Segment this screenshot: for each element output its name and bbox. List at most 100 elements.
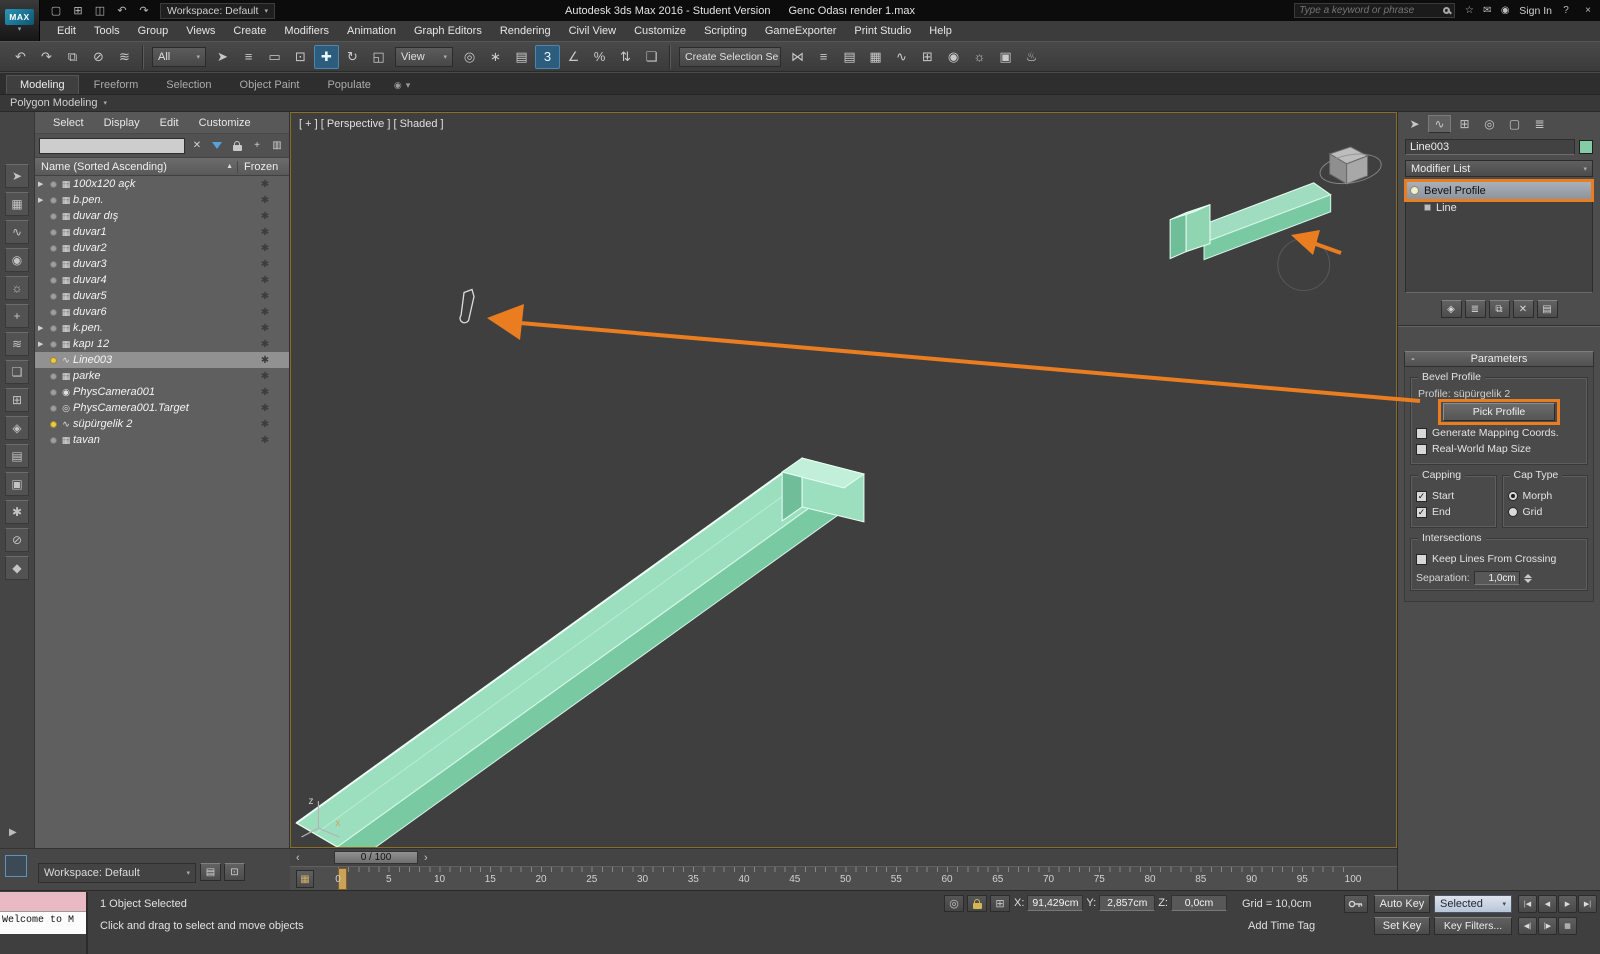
- select-and-move-icon[interactable]: ✚: [314, 44, 339, 69]
- unlink-selection-icon[interactable]: ⊘: [86, 45, 111, 69]
- scene-object-row[interactable]: ▦ duvar5 ✱: [35, 288, 289, 304]
- menu-item[interactable]: Animation: [338, 21, 405, 41]
- visibility-dot-icon[interactable]: [50, 420, 57, 428]
- edit-named-selections-icon[interactable]: ❏: [639, 45, 664, 69]
- visibility-dot-icon[interactable]: [50, 244, 57, 252]
- scene-object-row[interactable]: ▦ tavan ✱: [35, 432, 289, 448]
- visibility-dot-icon[interactable]: [50, 180, 57, 188]
- show-helpers-icon[interactable]: +: [5, 304, 29, 328]
- layer-manager-icon[interactable]: ▤: [837, 45, 862, 69]
- x-coordinate-field[interactable]: 91,429cm: [1027, 895, 1084, 911]
- modifier-stack-row[interactable]: Bevel Profile: [1404, 179, 1594, 202]
- rendered-frame-icon[interactable]: ▣: [993, 45, 1018, 69]
- frozen-icon[interactable]: ✱: [241, 403, 289, 414]
- select-and-link-icon[interactable]: ⧉: [60, 45, 85, 69]
- scene-object-row[interactable]: ▶ ▦ kapı 12 ✱: [35, 336, 289, 352]
- utilities-tab-icon[interactable]: ≣: [1528, 115, 1551, 133]
- select-and-scale-icon[interactable]: ◱: [366, 45, 391, 69]
- ribbon-toggle-icon[interactable]: ▦: [863, 45, 888, 69]
- material-editor-icon[interactable]: ◉: [941, 45, 966, 69]
- expand-arrow-icon[interactable]: ▶: [38, 324, 48, 332]
- show-lights-icon[interactable]: ☼: [5, 276, 29, 300]
- rectangular-selection-icon[interactable]: ▭: [262, 45, 287, 69]
- visibility-dot-icon[interactable]: [50, 356, 57, 364]
- select-object-icon[interactable]: ➤: [210, 45, 235, 69]
- workspace-selector[interactable]: Workspace: Default ▾: [160, 2, 275, 19]
- select-by-name-icon[interactable]: ≡: [236, 45, 261, 69]
- frozen-icon[interactable]: ✱: [241, 275, 289, 286]
- real-world-checkbox[interactable]: [1416, 443, 1427, 455]
- frozen-icon[interactable]: ✱: [241, 291, 289, 302]
- modifier-toggle-icon[interactable]: [1424, 204, 1431, 211]
- menu-item[interactable]: Modifiers: [275, 21, 338, 41]
- snaps-toggle-icon[interactable]: 3: [535, 44, 560, 69]
- menu-item[interactable]: Views: [177, 21, 224, 41]
- expand-arrow-icon[interactable]: ▶: [38, 196, 48, 204]
- visibility-dot-icon[interactable]: [50, 324, 57, 332]
- help-icon[interactable]: ?: [1558, 3, 1574, 19]
- render-production-icon[interactable]: ♨: [1019, 45, 1044, 69]
- perspective-viewport[interactable]: [ + ] [ Perspective ] [ Shaded ] z x: [290, 112, 1397, 848]
- layers-icon[interactable]: ▤: [200, 863, 221, 881]
- selection-lock-icon[interactable]: [967, 895, 987, 912]
- show-containers-icon[interactable]: ▤: [5, 444, 29, 468]
- frozen-icon[interactable]: ✱: [241, 419, 289, 430]
- isolate-selection-icon[interactable]: ◎: [944, 895, 964, 912]
- infocenter-search-input[interactable]: [1299, 5, 1440, 16]
- workspace-selector-bottom[interactable]: Workspace: Default ▾: [38, 863, 196, 883]
- application-menu-button[interactable]: MAX ▾: [0, 0, 40, 41]
- modifier-stack-row[interactable]: Line: [1406, 199, 1592, 216]
- key-mode-toggle-icon[interactable]: [1344, 895, 1368, 913]
- lock-explorer-icon[interactable]: [229, 138, 245, 154]
- visibility-dot-icon[interactable]: [50, 404, 57, 412]
- select-filter-icon[interactable]: ➤: [5, 164, 29, 188]
- modify-tab-icon[interactable]: ∿: [1428, 115, 1451, 133]
- frozen-icon[interactable]: ✱: [241, 307, 289, 318]
- explorer-search-input[interactable]: [39, 137, 185, 154]
- motion-tab-icon[interactable]: ◎: [1478, 115, 1501, 133]
- filter-funnel-icon[interactable]: [209, 138, 225, 154]
- ribbon-tab[interactable]: Modeling: [6, 75, 79, 94]
- auto-key-button[interactable]: Auto Key: [1374, 895, 1430, 913]
- visibility-dot-icon[interactable]: [50, 212, 57, 220]
- mirror-icon[interactable]: ⋈: [785, 45, 810, 69]
- show-xrefs-icon[interactable]: ⊞: [5, 388, 29, 412]
- scene-object-row[interactable]: ∿ Line003 ✱: [35, 352, 289, 368]
- menu-item[interactable]: Rendering: [491, 21, 560, 41]
- ribbon-collapse-icon[interactable]: ▾: [406, 80, 411, 91]
- ribbon-tab[interactable]: Object Paint: [227, 76, 313, 94]
- keep-lines-checkbox[interactable]: [1416, 553, 1427, 565]
- curve-editor-icon[interactable]: ∿: [889, 45, 914, 69]
- remove-modifier-icon[interactable]: ✕: [1512, 300, 1534, 318]
- next-frame-arrow[interactable]: ›: [424, 852, 428, 864]
- create-tab-icon[interactable]: ➤: [1403, 115, 1426, 133]
- menu-item[interactable]: Scripting: [695, 21, 756, 41]
- modifier-toggle-icon[interactable]: [1410, 186, 1419, 195]
- visibility-dot-icon[interactable]: [50, 276, 57, 284]
- object-name-field[interactable]: Line003: [1405, 139, 1575, 155]
- undo-icon[interactable]: ↶: [8, 45, 33, 69]
- y-coordinate-field[interactable]: 2,857cm: [1099, 895, 1156, 911]
- clear-search-icon[interactable]: ✕: [189, 138, 205, 154]
- show-materials-icon[interactable]: ◈: [5, 416, 29, 440]
- ribbon-tab[interactable]: Selection: [153, 76, 224, 94]
- scene-object-row[interactable]: ◎ PhysCamera001.Target ✱: [35, 400, 289, 416]
- bind-to-space-warp-icon[interactable]: ≋: [112, 45, 137, 69]
- reference-coordinate-dropdown[interactable]: View ▾: [395, 46, 453, 67]
- visibility-dot-icon[interactable]: [50, 260, 57, 268]
- explorer-menu-item[interactable]: Select: [43, 117, 94, 129]
- show-bones-icon[interactable]: ▣: [5, 472, 29, 496]
- scene-object-row[interactable]: ▦ duvar dış ✱: [35, 208, 289, 224]
- object-color-swatch[interactable]: [1579, 140, 1593, 154]
- track-bar[interactable]: ▦ 0 5 10 15 20 25 30 35 40 45 50 55 60 65 70 75 80 85 90 95…: [290, 866, 1397, 890]
- show-hidden-icon[interactable]: ⊘: [5, 528, 29, 552]
- time-slider[interactable]: ‹ 0 / 100 ›: [290, 848, 1397, 866]
- undo-icon[interactable]: ↶: [112, 2, 132, 19]
- go-to-end-icon[interactable]: ▶|: [1578, 895, 1597, 913]
- show-cameras-icon[interactable]: ◉: [5, 248, 29, 272]
- frozen-icon[interactable]: ✱: [241, 323, 289, 334]
- sign-in-link[interactable]: Sign In: [1519, 5, 1552, 17]
- frozen-icon[interactable]: ✱: [241, 371, 289, 382]
- menu-item[interactable]: Customize: [625, 21, 695, 41]
- previous-frame-arrow[interactable]: ‹: [296, 852, 300, 864]
